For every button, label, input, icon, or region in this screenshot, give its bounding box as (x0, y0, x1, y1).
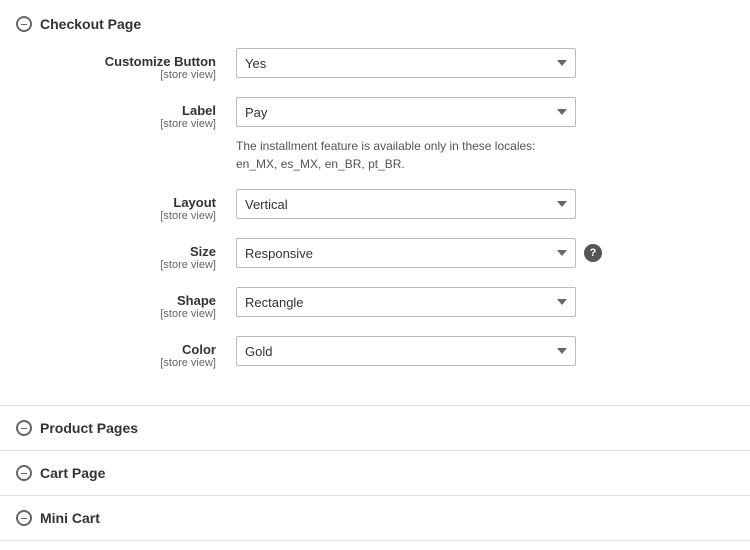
product-pages-header[interactable]: Product Pages (16, 420, 734, 436)
shape-control: Rectangle Pill (236, 287, 734, 317)
label-note: The installment feature is available onl… (236, 137, 576, 173)
label-field-label: Label [store view] (16, 97, 236, 130)
checkout-page-title: Checkout Page (40, 16, 141, 32)
size-row: Size [store view] Responsive Small Mediu… (16, 238, 734, 271)
layout-control: Vertical Horizontal (236, 189, 734, 219)
label-control: Pay Checkout Buy Now Donate The installm… (236, 97, 734, 173)
cart-page-header[interactable]: Cart Page (16, 465, 734, 481)
label-select[interactable]: Pay Checkout Buy Now Donate (236, 97, 576, 127)
shape-label: Shape [store view] (16, 287, 236, 320)
cart-page-section: Cart Page (0, 451, 750, 496)
product-pages-collapse-icon (16, 420, 32, 436)
layout-label: Layout [store view] (16, 189, 236, 222)
mini-cart-collapse-icon (16, 510, 32, 526)
checkout-page-body: Customize Button [store view] Yes No Lab… (16, 36, 734, 393)
checkout-page-collapse-icon (16, 16, 32, 32)
color-select[interactable]: Gold Blue Silver Black White (236, 336, 576, 366)
size-select-row: Responsive Small Medium Large ? (236, 238, 602, 268)
customize-button-select[interactable]: Yes No (236, 48, 576, 78)
customize-button-control: Yes No (236, 48, 734, 78)
checkout-page-section: Checkout Page Customize Button [store vi… (0, 0, 750, 406)
product-pages-section: Product Pages (0, 406, 750, 451)
color-select-row: Gold Blue Silver Black White (236, 336, 576, 366)
shape-select-row: Rectangle Pill (236, 287, 576, 317)
label-select-row: Pay Checkout Buy Now Donate (236, 97, 576, 127)
size-select[interactable]: Responsive Small Medium Large (236, 238, 576, 268)
product-pages-title: Product Pages (40, 420, 138, 436)
mini-cart-header[interactable]: Mini Cart (16, 510, 734, 526)
shape-row: Shape [store view] Rectangle Pill (16, 287, 734, 320)
mini-cart-title: Mini Cart (40, 510, 100, 526)
mini-cart-section: Mini Cart (0, 496, 750, 541)
size-label: Size [store view] (16, 238, 236, 271)
label-row: Label [store view] Pay Checkout Buy Now … (16, 97, 734, 173)
color-row: Color [store view] Gold Blue Silver Blac… (16, 336, 734, 369)
customize-button-label: Customize Button [store view] (16, 48, 236, 81)
layout-select-row: Vertical Horizontal (236, 189, 576, 219)
customize-button-select-row: Yes No (236, 48, 576, 78)
size-help-icon[interactable]: ? (584, 244, 602, 262)
layout-select[interactable]: Vertical Horizontal (236, 189, 576, 219)
color-control: Gold Blue Silver Black White (236, 336, 734, 366)
cart-page-collapse-icon (16, 465, 32, 481)
cart-page-title: Cart Page (40, 465, 105, 481)
color-label: Color [store view] (16, 336, 236, 369)
customize-button-row: Customize Button [store view] Yes No (16, 48, 734, 81)
shape-select[interactable]: Rectangle Pill (236, 287, 576, 317)
checkout-page-header[interactable]: Checkout Page (16, 12, 734, 36)
layout-row: Layout [store view] Vertical Horizontal (16, 189, 734, 222)
size-control: Responsive Small Medium Large ? (236, 238, 734, 268)
